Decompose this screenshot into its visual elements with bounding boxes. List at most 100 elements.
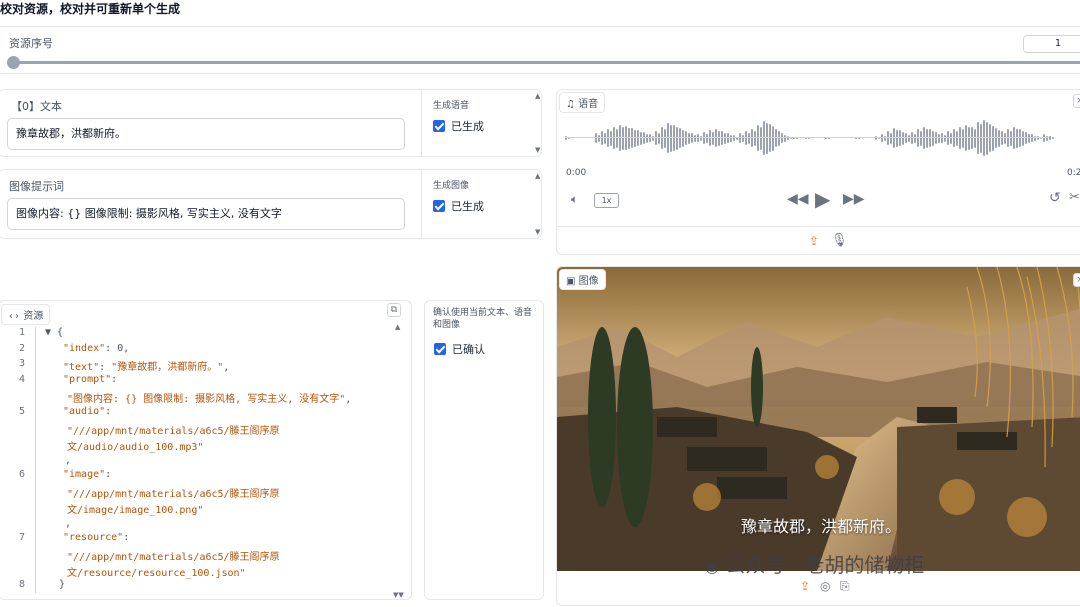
- microphone-icon[interactable]: 🎙︎: [831, 233, 848, 248]
- waveform-bar: [754, 130, 756, 146]
- code-text: "index": 0,: [63, 343, 129, 354]
- audio-close-icon[interactable]: ×: [1073, 94, 1080, 108]
- volume-icon[interactable]: 🔈︎: [571, 192, 578, 207]
- line-number: 5: [18, 406, 25, 417]
- confirm-panel: 确认使用当前文本、语音和图像 已确认: [424, 300, 544, 600]
- audio-panel: ♫ 语音 × 0:00 0:2 🔈︎ 1x ◀◀ ▶ ▶▶ ↺ ✂ ⇪ 🎙︎: [556, 89, 1080, 255]
- code-token: ,: [223, 362, 230, 373]
- waveform-bar: [896, 129, 898, 147]
- tts-generated-label: 已生成: [451, 120, 484, 133]
- image-prompt-input[interactable]: 图像内容: {} 图像限制: 摄影风格, 写实主义, 没有文字: [7, 198, 405, 230]
- waveform-bar: [965, 125, 967, 151]
- waveform-bar: [751, 129, 753, 147]
- confirm-checkbox[interactable]: 已确认: [434, 341, 485, 357]
- waveform-bar: [944, 134, 946, 142]
- code-token: "audio": [63, 406, 106, 417]
- scroll-up-icon[interactable]: ▲: [535, 92, 540, 100]
- copy-icon[interactable]: ⧉: [387, 303, 401, 317]
- code-token: :: [123, 532, 130, 543]
- waveform-bar: [622, 126, 624, 150]
- rewind-icon[interactable]: ◀◀: [787, 191, 809, 207]
- confirm-label: 确认使用当前文本、语音和图像: [433, 308, 533, 330]
- code-text: 文/image/image_100.png": [67, 501, 203, 516]
- audio-waveform[interactable]: [565, 114, 1080, 162]
- waveform-bar: [1001, 131, 1003, 145]
- code-token: ,: [345, 394, 352, 405]
- code-token: :: [105, 469, 112, 480]
- code-text: ,: [65, 455, 71, 466]
- audio-time-end: 0:2: [1067, 168, 1080, 178]
- waveform-bar: [598, 134, 600, 142]
- waveform-bar: [667, 123, 669, 153]
- waveform-bar: [763, 121, 765, 155]
- waveform-bar: [953, 129, 955, 147]
- code-line: 文/image/image_100.png": [0, 501, 409, 517]
- scroll-up-icon[interactable]: ▲: [535, 172, 540, 180]
- webcam-icon[interactable]: ◎: [820, 579, 830, 593]
- scroll-down-icon[interactable]: ▼: [535, 228, 540, 236]
- line-number: 2: [18, 343, 25, 354]
- code-token: :: [99, 362, 112, 373]
- resource-label: 资源: [23, 311, 44, 322]
- text-panel: 【0】文本 豫章故郡，洪都新府。 生成语音 已生成 ▲ ▼: [0, 89, 542, 157]
- json-viewer[interactable]: 1 ▼ {2 "index": 0, 3 "text": "豫章故郡，洪都新府。", 4 "…: [0, 327, 409, 599]
- waveform-bar: [670, 124, 672, 152]
- waveform-bar: [926, 128, 928, 148]
- waveform-bar: [595, 133, 597, 143]
- code-line: "图像内容: {} 图像限制: 摄影风格, 写实主义, 没有文字",: [0, 390, 409, 406]
- playback-speed-label: 1x: [601, 196, 612, 205]
- waveform-bar: [748, 132, 750, 144]
- slider-track[interactable]: [13, 61, 1080, 64]
- code-line: 3 "text": "豫章故郡，洪都新府。",: [0, 358, 409, 374]
- waveform-bar: [938, 133, 940, 143]
- image-caption: 豫章故郡，洪都新府。: [741, 517, 902, 536]
- waveform-bar: [1022, 130, 1024, 146]
- waveform-bar: [631, 128, 633, 148]
- line-number: 3: [18, 358, 25, 369]
- waveform-bar: [1004, 132, 1006, 144]
- code-line: "///app/mnt/materials/a6c5/滕王阁序原: [0, 548, 409, 564]
- waveform-bar: [682, 129, 684, 147]
- code-line: 1 ▼ {: [0, 327, 409, 343]
- waveform-bar: [977, 122, 979, 154]
- clipboard-icon[interactable]: ⎘: [840, 579, 850, 594]
- waveform-bar: [613, 127, 615, 149]
- image-generated-checkbox[interactable]: 已生成: [433, 198, 484, 214]
- trim-icon[interactable]: ✂: [1069, 190, 1080, 205]
- code-text: "text": "豫章故郡，洪都新府。",: [63, 358, 229, 373]
- waveform-bar: [727, 133, 729, 143]
- scroll-down-icon[interactable]: ▼▼: [393, 591, 404, 599]
- waveform-bar: [607, 129, 609, 147]
- waveform-bar: [637, 130, 639, 146]
- text-input[interactable]: 豫章故郡，洪都新府。: [7, 118, 405, 150]
- code-token: "image": [63, 469, 106, 480]
- waveform-bar: [664, 128, 666, 148]
- play-icon[interactable]: ▶: [815, 187, 830, 211]
- upload-icon[interactable]: ⇪: [809, 234, 819, 248]
- index-number-input[interactable]: 1: [1023, 35, 1080, 53]
- waveform-bar: [881, 134, 883, 142]
- waveform-bar: [661, 127, 663, 149]
- scroll-down-icon[interactable]: ▼: [535, 146, 540, 154]
- waveform-bar: [604, 132, 606, 144]
- tts-generated-checkbox[interactable]: 已生成: [433, 118, 484, 134]
- waveform-bar: [914, 133, 916, 143]
- fast-forward-icon[interactable]: ▶▶: [843, 191, 865, 207]
- waveform-bar: [902, 131, 904, 145]
- image-icon: ▣: [566, 276, 576, 287]
- waveform-bar: [890, 132, 892, 144]
- resource-panel: ‹› 资源 ⧉ ▲ 1 ▼ {2 "index": 0, 3 "text": "豫章故郡…: [0, 300, 412, 600]
- waveform-bar: [640, 131, 642, 145]
- waveform-bar: [715, 129, 717, 147]
- check-icon: [433, 120, 445, 132]
- waveform-bar: [1025, 132, 1027, 144]
- playback-speed-button[interactable]: 1x: [594, 193, 619, 208]
- image-close-icon[interactable]: ×: [1073, 273, 1080, 287]
- confirm-check-label: 已确认: [452, 343, 485, 356]
- waveform-bar: [998, 129, 1000, 147]
- image-upload-icon[interactable]: ⇪: [800, 579, 810, 593]
- reset-icon[interactable]: ↺: [1049, 190, 1061, 206]
- waveform-bar: [610, 130, 612, 146]
- code-line: 2 "index": 0,: [0, 343, 409, 359]
- slider-thumb[interactable]: [7, 56, 20, 69]
